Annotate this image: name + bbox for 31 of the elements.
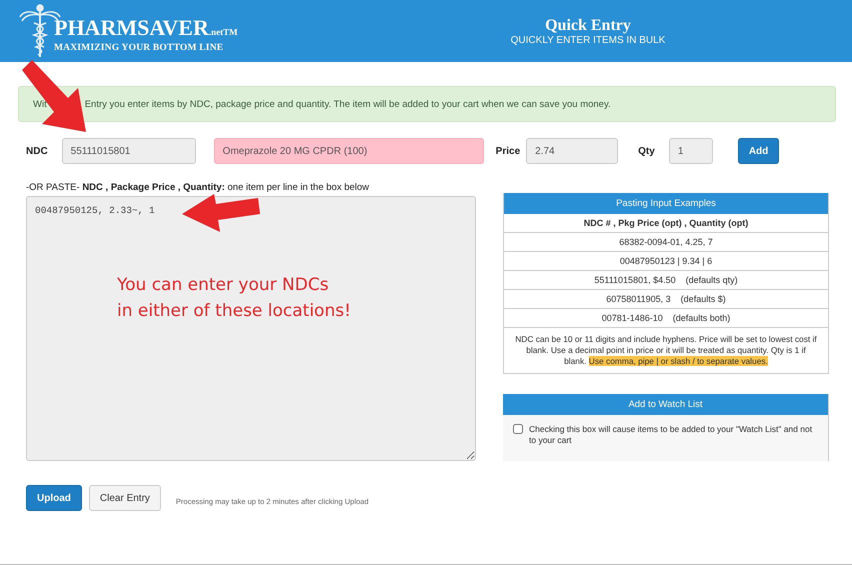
clear-entry-button[interactable]: Clear Entry — [88, 485, 161, 511]
examples-note: NDC can be 10 or 11 digits and include hyphens. Price will be set to lowest cost if blank. Use a decimal point in price or it will be treated as quantity. Qty is 1 if blank. Use comma, pipe | or slash / to separate values. — [514, 333, 818, 368]
examples-title: Pasting Input Examples — [504, 193, 828, 214]
info-text: Wit — [33, 98, 47, 110]
price-field[interactable]: 2.74 — [526, 138, 618, 164]
upload-button[interactable]: Upload — [26, 485, 82, 511]
watch-list-label: Checking this box will cause items to be added to your "Watch List" and not to your cart — [529, 424, 814, 446]
example-row: 00487950123 | 9.34 | 6 — [504, 252, 828, 271]
ndc-label: NDC — [26, 146, 48, 156]
page-title: Quick Entry — [545, 16, 631, 34]
watch-list-title: Add to Watch List — [503, 394, 828, 415]
product-name-field: Omeprazole 20 MG CPDR (100) — [214, 138, 484, 164]
examples-heading: NDC # , Pkg Price (opt) , Quantity (opt) — [504, 214, 828, 233]
annotation-arrow — [22, 60, 86, 132]
example-row: 00781-1486-10 (defaults both) — [504, 309, 828, 328]
logo-text: PHARMSAVER.netTM — [54, 17, 238, 42]
example-row: 60758011905, 3 (defaults $) — [504, 290, 828, 309]
price-label: Price — [496, 146, 520, 156]
qty-field[interactable]: 1 — [668, 138, 713, 164]
example-row: 68382-0094-01, 4.25, 7 — [504, 233, 828, 252]
example-row: 55111015801, $4.50 (defaults qty) — [504, 271, 828, 290]
watch-list-checkbox[interactable] — [513, 424, 523, 434]
logo-tagline: MAXIMIZING YOUR BOTTOM LINE — [54, 43, 224, 53]
qty-label: Qty — [638, 146, 655, 156]
paste-instructions: -OR PASTE- NDC , Package Price , Quantity: one item per line in the box below — [26, 182, 370, 193]
annotation-text: You can enter your NDCs — [117, 274, 330, 297]
page-subtitle: QUICKLY ENTER ITEMS IN BULK — [510, 34, 666, 46]
annotation-text: in either of these locations! — [117, 300, 351, 323]
add-button[interactable]: Add — [738, 138, 780, 164]
info-text: Entry you enter items by NDC, package price and quantity. The item will be added to your cart when we can save you money. — [84, 98, 611, 110]
ndc-field[interactable]: 55111015801 — [62, 138, 196, 164]
